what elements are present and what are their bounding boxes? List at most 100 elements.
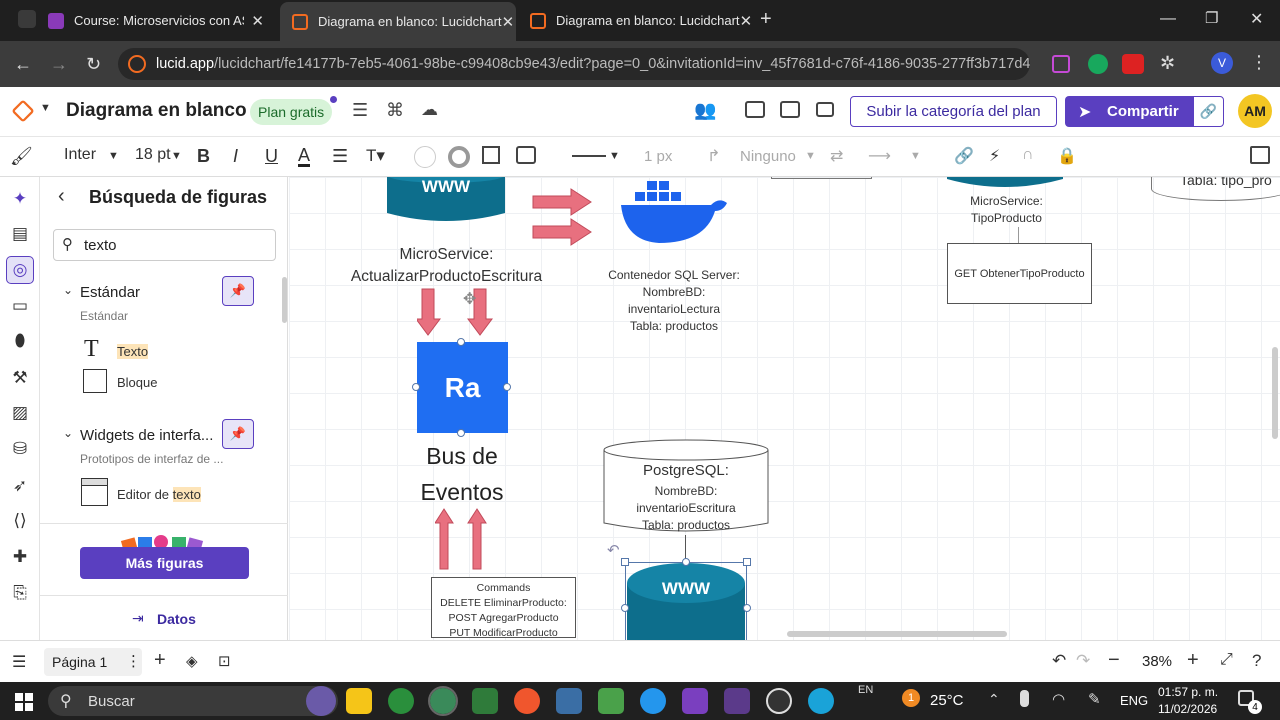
lock-icon[interactable]: 🔒 <box>1057 146 1077 166</box>
upgrade-plan-button[interactable]: Subir la categoría del plan <box>850 96 1057 127</box>
shape-item-bloque[interactable]: Bloque <box>117 375 157 390</box>
docker-icon[interactable] <box>640 688 666 714</box>
selection-handle[interactable] <box>682 558 690 566</box>
site-info-icon[interactable] <box>128 55 146 73</box>
section-title[interactable]: Estándar <box>80 284 140 301</box>
magic-wand-icon[interactable]: ⚒ <box>8 366 32 390</box>
language-indicator[interactable]: ENG <box>1120 693 1148 708</box>
selection-handle[interactable] <box>503 383 511 391</box>
page-list-icon[interactable]: ☰ <box>12 652 26 672</box>
text-editor-shape-icon[interactable] <box>81 478 108 506</box>
close-tab-icon[interactable]: ✕ <box>502 13 515 31</box>
visual-studio-icon[interactable] <box>682 688 708 714</box>
tab-search-icon[interactable] <box>18 10 36 28</box>
line-width-select[interactable]: 1 px <box>644 148 672 165</box>
windows-start-icon[interactable] <box>15 693 33 711</box>
arrows-right[interactable] <box>531 187 593 247</box>
format-painter-icon[interactable]: 🖌 <box>10 146 33 167</box>
chevron-down-icon[interactable]: ▼ <box>805 150 816 162</box>
arrows-up[interactable] <box>435 507 487 571</box>
block-shape-icon[interactable] <box>83 369 107 393</box>
ai-sparkle-icon[interactable]: ✦ <box>8 187 32 211</box>
browser-tab-lucid[interactable]: Diagrama en blanco: Lucidchart ✕ <box>518 0 754 41</box>
more-shapes-button[interactable]: Más figuras <box>80 547 249 579</box>
selection-box[interactable] <box>625 562 747 640</box>
fill-icon[interactable]: ⬮ <box>8 329 32 353</box>
chevron-down-icon[interactable]: ▼ <box>40 102 51 114</box>
shape-item-editor[interactable]: Editor de texto <box>117 487 201 502</box>
font-family-select[interactable]: Inter <box>64 146 96 164</box>
minimize-icon[interactable]: — <box>1160 10 1176 28</box>
line-shape-icon[interactable]: ↱ <box>707 146 720 166</box>
microphone-icon[interactable] <box>1020 690 1029 707</box>
notepad-plus-icon[interactable] <box>472 688 498 714</box>
browser-tab-lucid-active[interactable]: Diagrama en blanco: Lucidchart ✕ <box>280 2 516 41</box>
page-settings-icon[interactable]: ⊡ <box>218 652 231 670</box>
section-title[interactable]: Widgets de interfa... <box>80 427 213 444</box>
clock-time[interactable]: 01:57 p. m. <box>1158 685 1218 699</box>
user-avatar[interactable]: AM <box>1238 94 1272 128</box>
redo-icon[interactable]: ↷ <box>1076 651 1090 671</box>
extensions-puzzle-icon[interactable]: ✲ <box>1160 53 1175 74</box>
code-icon[interactable]: ⟨⟩ <box>8 509 32 533</box>
selection-handle[interactable] <box>457 338 465 346</box>
extension-copilot-icon[interactable] <box>1052 55 1070 73</box>
video-icon[interactable] <box>816 102 834 117</box>
selection-handle[interactable] <box>457 429 465 437</box>
tray-chevron-icon[interactable]: ⌃ <box>988 691 1000 708</box>
collapse-chevron-icon[interactable]: ⌄ <box>63 426 73 440</box>
arrow-start-select[interactable]: Ninguno <box>740 148 796 165</box>
feedback-icon[interactable]: ⎘ <box>8 581 32 605</box>
page-menu-icon[interactable]: ⋮ <box>126 652 141 670</box>
data-link[interactable]: Datos <box>157 611 196 627</box>
lang-indicator-small[interactable]: EN <box>858 684 873 696</box>
diagram-canvas[interactable]: WWW MicroService: ActualizarProductoEscr… <box>289 177 1280 640</box>
postgresql-title[interactable]: PostgreSQL: <box>603 462 769 479</box>
align-icon[interactable]: ☰ <box>332 146 348 167</box>
pin-icon[interactable]: 📌 <box>222 419 254 449</box>
shape-options-icon[interactable] <box>482 146 500 164</box>
close-tab-icon[interactable]: ✕ <box>251 12 264 30</box>
terminal-icon[interactable] <box>724 688 750 714</box>
selection-handle[interactable] <box>621 604 629 612</box>
grammarly-icon[interactable] <box>1088 54 1108 74</box>
selection-handle[interactable] <box>743 558 751 566</box>
frame-icon[interactable]: ▭ <box>8 294 32 318</box>
image-icon[interactable]: ▨ <box>8 401 32 425</box>
pin-icon[interactable]: 📌 <box>222 276 254 306</box>
browser-tab-course[interactable]: Course: Microservicios con ASP ✕ <box>36 0 276 41</box>
excel-icon[interactable] <box>598 688 624 714</box>
rocket-icon[interactable]: ➶ <box>8 474 32 498</box>
get-tipo-box[interactable]: GET ObtenerTipoProducto <box>947 243 1092 304</box>
collaborators-icon[interactable]: 👥 <box>694 100 716 121</box>
bold-icon[interactable]: B <box>197 146 210 167</box>
undo-icon[interactable]: ↶ <box>1052 651 1066 671</box>
ssms-icon[interactable] <box>556 688 582 714</box>
right-panel-icon[interactable] <box>1250 146 1270 164</box>
add-page-icon[interactable]: + <box>154 649 166 672</box>
reload-icon[interactable]: ↻ <box>86 54 101 75</box>
link-icon[interactable]: 🔗 <box>954 146 974 166</box>
docker-whale-icon[interactable] <box>619 177 729 245</box>
chrome-profile-icon[interactable] <box>428 686 458 716</box>
postman-icon[interactable] <box>514 688 540 714</box>
present-icon[interactable] <box>780 101 800 118</box>
text-shape-icon[interactable]: T <box>84 336 99 363</box>
copy-link-icon[interactable]: 🔗 <box>1193 96 1224 127</box>
microservice-tipo-label[interactable]: MicroService: TipoProducto <box>949 193 1064 227</box>
font-size-select[interactable]: 18 pt <box>135 146 171 164</box>
chrome-icon[interactable] <box>388 688 414 714</box>
restore-icon[interactable]: ❐ <box>1205 9 1218 27</box>
temperature[interactable]: 25°C <box>930 692 964 709</box>
arrow-end-icon[interactable]: ⟶ <box>868 146 891 166</box>
url-input[interactable]: lucid.app/lucidchart/fe14177b-7eb5-4061-… <box>118 48 1030 80</box>
templates-icon[interactable]: ▤ <box>8 222 32 246</box>
chevron-down-icon[interactable]: ▼ <box>910 150 921 162</box>
postgresql-detail[interactable]: NombreBD: inventarioEscritura Tabla: pro… <box>603 483 769 534</box>
magnet-icon[interactable]: ∩ <box>1022 146 1034 164</box>
style-icon[interactable] <box>516 146 536 164</box>
underline-icon[interactable]: U <box>265 146 278 167</box>
page-tab[interactable]: Página 1 ⋮ <box>44 648 142 676</box>
selection-handle[interactable] <box>621 558 629 566</box>
help-icon[interactable]: ? <box>1252 651 1261 671</box>
